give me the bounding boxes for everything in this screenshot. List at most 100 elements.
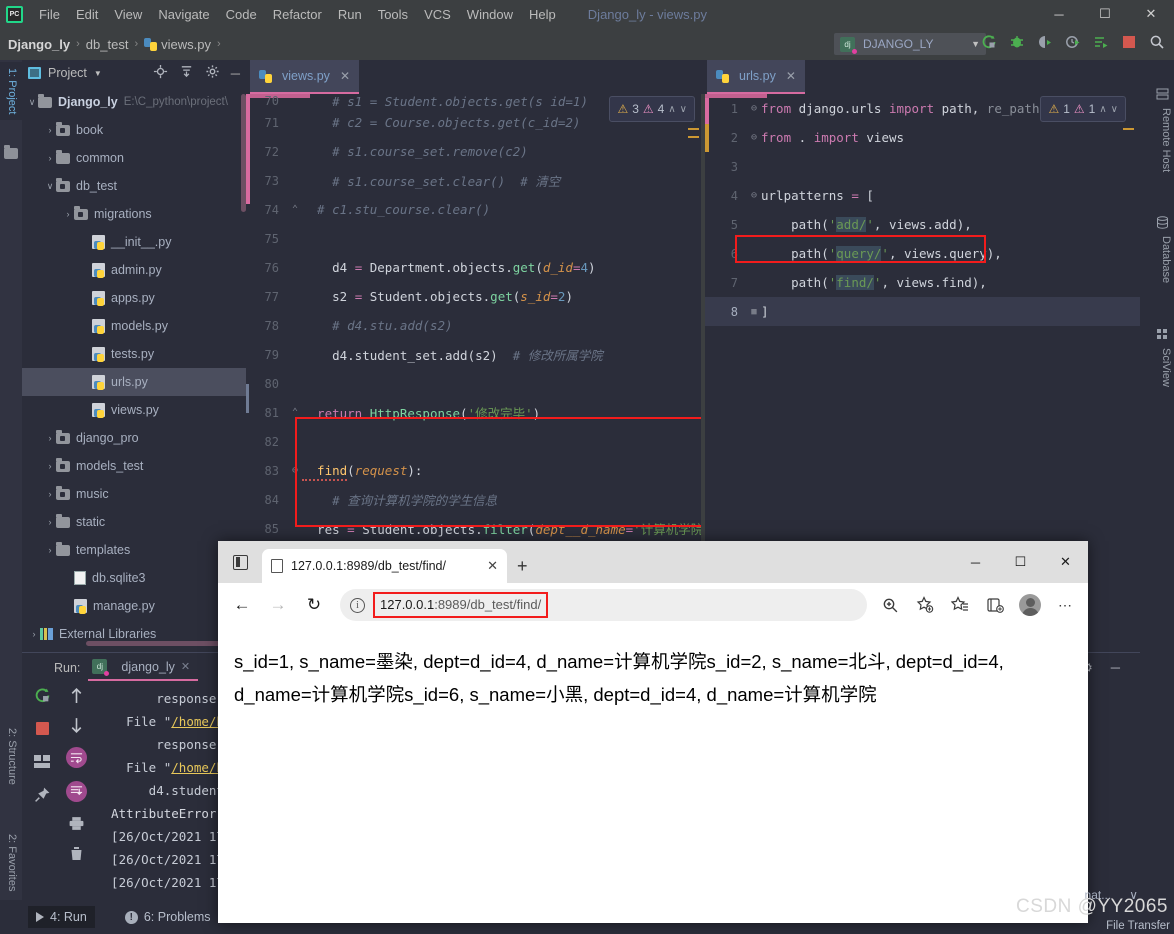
debug-icon[interactable] — [1008, 32, 1026, 52]
fold-marker[interactable]: ■ — [747, 307, 761, 317]
menu-file[interactable]: File — [31, 5, 68, 24]
fold-marker[interactable]: ⌃ — [288, 204, 302, 215]
inspection-widget-left[interactable]: ⚠ 3 ⚠ 4 ∧ ∨ — [609, 96, 695, 122]
back-button[interactable]: ← — [226, 589, 258, 621]
next-problem-icon[interactable]: ∨ — [680, 104, 687, 115]
expand-arrow-icon[interactable]: › — [44, 125, 56, 135]
collapse-all-icon[interactable] — [179, 64, 194, 82]
pin-icon[interactable] — [34, 786, 51, 803]
menu-tools[interactable]: Tools — [370, 5, 416, 24]
scroll-up-icon[interactable] — [68, 687, 85, 704]
browser-essentials-icon[interactable] — [982, 592, 1008, 618]
menu-refactor[interactable]: Refactor — [265, 5, 330, 24]
menu-vcs[interactable]: VCS — [416, 5, 459, 24]
run-with-params-icon[interactable] — [1092, 32, 1110, 52]
breadcrumb-file[interactable]: views.py — [161, 37, 211, 52]
browser-maximize-button[interactable]: ☐ — [998, 541, 1043, 583]
inspection-widget-right[interactable]: ⚠ 1 ⚠ 1 ∧ ∨ — [1040, 96, 1126, 122]
minimize-button[interactable]: ─ — [1036, 0, 1082, 28]
tree-row-manage-py[interactable]: manage.py — [22, 592, 246, 620]
close-icon[interactable]: ✕ — [786, 69, 796, 83]
browser-tab[interactable]: 127.0.0.1:8989/db_test/find/ ✕ — [262, 549, 507, 583]
fold-marker[interactable]: ⊖ — [747, 132, 761, 143]
expand-arrow-icon[interactable]: › — [44, 489, 56, 499]
breadcrumb-project[interactable]: Django_ly — [8, 37, 70, 52]
menu-code[interactable]: Code — [218, 5, 265, 24]
expand-arrow-icon[interactable]: › — [28, 629, 40, 639]
menu-help[interactable]: Help — [521, 5, 564, 24]
browser-close-button[interactable]: ✕ — [1043, 541, 1088, 583]
fold-marker[interactable]: ⌃ — [288, 407, 302, 418]
coverage-icon[interactable] — [1036, 32, 1054, 52]
profile-avatar[interactable] — [1017, 592, 1043, 618]
hide-panel-icon[interactable]: ─ — [231, 66, 240, 81]
locate-icon[interactable] — [153, 64, 168, 82]
close-icon[interactable]: ✕ — [181, 660, 190, 673]
zoom-icon[interactable] — [877, 592, 903, 618]
tree-row-django-pro[interactable]: › django_pro — [22, 424, 246, 452]
close-icon[interactable]: ✕ — [340, 69, 350, 83]
fold-marker[interactable]: ⊖ — [288, 465, 302, 476]
prev-problem-icon[interactable]: ∧ — [1099, 104, 1106, 115]
status-tab-problems[interactable]: ! 6: Problems — [117, 906, 219, 928]
soft-wrap-icon[interactable] — [65, 747, 87, 768]
tree-row-db-test[interactable]: ∨ db_test — [22, 172, 246, 200]
print-icon[interactable] — [68, 815, 85, 832]
fold-marker[interactable]: ⊖ — [747, 103, 761, 114]
collections-icon[interactable] — [947, 592, 973, 618]
tree-row-admin-py[interactable]: admin.py — [22, 256, 246, 284]
browser-minimize-button[interactable]: ─ — [953, 541, 998, 583]
clear-all-icon[interactable] — [68, 845, 85, 862]
tree-row-book[interactable]: › book — [22, 116, 246, 144]
close-icon[interactable]: ✕ — [487, 558, 498, 574]
expand-arrow-icon[interactable]: › — [44, 545, 56, 555]
code-views-py[interactable]: 70 # s1 = Student.objects.get(s_id=1) 71… — [246, 94, 701, 601]
prev-problem-icon[interactable]: ∧ — [668, 104, 675, 115]
sidebar-tab-project[interactable]: 1: Project — [0, 62, 22, 121]
tree-row-apps-py[interactable]: apps.py — [22, 284, 246, 312]
expand-arrow-icon[interactable]: › — [44, 433, 56, 443]
tree-row-models-py[interactable]: models.py — [22, 312, 246, 340]
profile-icon[interactable] — [1064, 32, 1082, 52]
run-icon[interactable] — [980, 32, 998, 52]
run-configuration-selector[interactable]: dj DJANGO_LY ▼ — [834, 33, 986, 55]
tree-row-db-sqlite3[interactable]: db.sqlite3 — [22, 564, 246, 592]
menu-window[interactable]: Window — [459, 5, 521, 24]
tab-actions-icon[interactable] — [218, 541, 262, 583]
maximize-button[interactable]: ☐ — [1082, 0, 1128, 28]
tab-views-py[interactable]: views.py ✕ — [250, 60, 359, 94]
tree-row-views-py[interactable]: views.py — [22, 396, 246, 424]
fold-marker[interactable]: ⊖ — [747, 190, 761, 201]
site-info-icon[interactable]: i — [350, 597, 365, 613]
menu-edit[interactable]: Edit — [68, 5, 106, 24]
scroll-down-icon[interactable] — [68, 717, 85, 734]
menu-run[interactable]: Run — [330, 5, 370, 24]
scroll-to-end-icon[interactable] — [65, 781, 87, 802]
expand-arrow-icon[interactable]: › — [44, 517, 56, 527]
menu-navigate[interactable]: Navigate — [150, 5, 217, 24]
reload-button[interactable]: ↻ — [298, 589, 330, 621]
status-tab-run[interactable]: 4: Run — [28, 906, 95, 928]
run-tab-django-ly[interactable]: dj django_ly ✕ — [88, 655, 199, 681]
tree-row-music[interactable]: › music — [22, 480, 246, 508]
tab-urls-py[interactable]: urls.py ✕ — [707, 60, 805, 94]
settings-more-icon[interactable]: ⋯ — [1052, 592, 1078, 618]
tree-row-models-test[interactable]: › models_test — [22, 452, 246, 480]
breadcrumb-folder[interactable]: db_test — [86, 37, 129, 52]
address-bar[interactable]: i 127.0.0.1:8989/db_test/find/ — [340, 589, 867, 621]
favorite-add-icon[interactable] — [912, 592, 938, 618]
tree-row-common[interactable]: › common — [22, 144, 246, 172]
code-urls-py[interactable]: 1 ⊖ from django.urls import path, re_pat… — [705, 94, 1140, 326]
tree-row-django-ly[interactable]: ∨ Django_ly E:\C_python\project\ — [22, 88, 246, 116]
tool-tab-database[interactable]: Database — [1160, 236, 1172, 283]
tool-tab-sciview[interactable]: SciView — [1160, 348, 1172, 387]
sidebar-tab-favorites[interactable]: 2: Favorites — [0, 828, 22, 897]
expand-arrow-icon[interactable]: › — [44, 461, 56, 471]
expand-arrow-icon[interactable]: › — [62, 209, 74, 219]
tree-row-migrations[interactable]: › migrations — [22, 200, 246, 228]
tool-tab-remote-host[interactable]: Remote Host — [1160, 108, 1172, 172]
rerun-icon[interactable] — [34, 687, 51, 704]
tree-row-templates[interactable]: › templates — [22, 536, 246, 564]
expand-arrow-icon[interactable]: › — [44, 153, 56, 163]
next-problem-icon[interactable]: ∨ — [1111, 104, 1118, 115]
